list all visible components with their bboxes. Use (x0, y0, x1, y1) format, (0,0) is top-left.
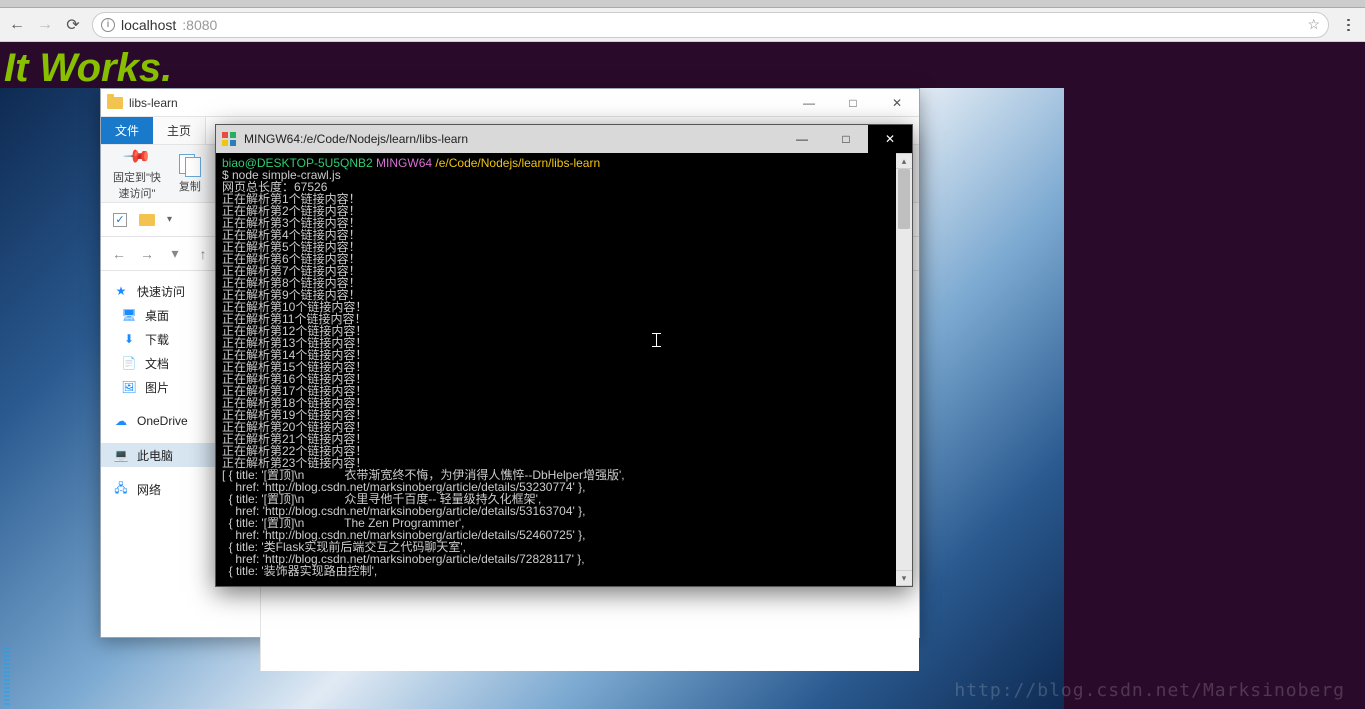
terminal-titlebar[interactable]: MINGW64:/e/Code/Nodejs/learn/libs-learn … (216, 125, 912, 153)
nav-history-dropdown[interactable]: ▾ (165, 245, 185, 262)
text-cursor-icon (656, 333, 657, 347)
nav-forward-button[interactable]: → (137, 246, 157, 262)
nav-up-button[interactable]: ↑ (193, 246, 213, 262)
nav-back-button[interactable]: ← (109, 246, 129, 262)
copy-action[interactable]: 复制 (179, 154, 201, 194)
explorer-title: libs-learn (129, 96, 178, 110)
reload-button[interactable]: ⟳ (64, 16, 82, 34)
desktop-icon: 🖥 (121, 307, 137, 323)
page-body: It Works. http://blog.csdn.net/Marksinob… (0, 42, 1365, 709)
explorer-minimize-button[interactable]: — (787, 89, 831, 117)
scroll-thumb[interactable] (898, 169, 910, 229)
scroll-down-button[interactable]: ▾ (896, 570, 912, 586)
copy-icon (179, 154, 201, 176)
star-icon: ★ (113, 283, 129, 299)
chrome-menu-button[interactable] (1339, 16, 1357, 34)
terminal-scrollbar[interactable]: ▴ ▾ (896, 153, 912, 586)
network-icon: 🖧 (113, 481, 129, 497)
pin-to-quick-access[interactable]: 📌 固定到"快 速访问" (113, 146, 161, 201)
folder-icon (139, 214, 155, 226)
page-heading: It Works. (4, 46, 172, 91)
terminal-body[interactable]: biao@DESKTOP-5U5QNB2 MINGW64 /e/Code/Nod… (216, 153, 912, 586)
url-port: :8080 (182, 17, 217, 33)
scroll-up-button[interactable]: ▴ (896, 153, 912, 169)
mingw-logo-icon (222, 132, 236, 146)
select-checkbox[interactable]: ✓ (113, 213, 127, 227)
explorer-maximize-button[interactable]: □ (831, 89, 875, 117)
ribbon-tab-home[interactable]: 主页 (153, 117, 206, 144)
chrome-toolbar: ← → ⟳ i localhost :8080 ☆ (0, 8, 1365, 42)
dropdown-icon[interactable]: ▾ (167, 214, 172, 225)
terminal-close-button[interactable]: ✕ (868, 125, 912, 153)
copy-label: 复制 (179, 178, 201, 194)
folder-icon (107, 97, 123, 109)
pin-label: 固定到"快 速访问" (113, 169, 161, 201)
mingw-terminal-window: MINGW64:/e/Code/Nodejs/learn/libs-learn … (215, 124, 913, 587)
watermark-text: http://blog.csdn.net/Marksinoberg (954, 680, 1345, 701)
ribbon-tab-file[interactable]: 文件 (101, 117, 153, 144)
chrome-tab-strip[interactable] (0, 0, 1365, 8)
terminal-minimize-button[interactable]: — (780, 125, 824, 153)
terminal-title: MINGW64:/e/Code/Nodejs/learn/libs-learn (244, 132, 468, 146)
pin-icon: 📌 (122, 141, 153, 172)
site-info-icon[interactable]: i (101, 18, 115, 32)
document-icon: 📄 (121, 355, 137, 371)
bookmark-star-icon[interactable]: ☆ (1307, 16, 1320, 33)
address-bar[interactable]: i localhost :8080 ☆ (92, 12, 1329, 38)
explorer-close-button[interactable]: ✕ (875, 89, 919, 117)
terminal-maximize-button[interactable]: □ (824, 125, 868, 153)
terminal-output-line: { title: '装饰器实现路由控制', (222, 565, 906, 577)
back-button[interactable]: ← (8, 16, 26, 34)
pc-icon: 💻 (113, 447, 129, 463)
explorer-titlebar[interactable]: libs-learn — □ ✕ (101, 89, 919, 117)
onedrive-icon: ☁ (113, 413, 129, 429)
taskbar-edge (4, 645, 10, 705)
pictures-icon: 🖼 (121, 379, 137, 395)
download-icon: ⬇ (121, 331, 137, 347)
forward-button[interactable]: → (36, 16, 54, 34)
url-host: localhost (121, 17, 176, 33)
